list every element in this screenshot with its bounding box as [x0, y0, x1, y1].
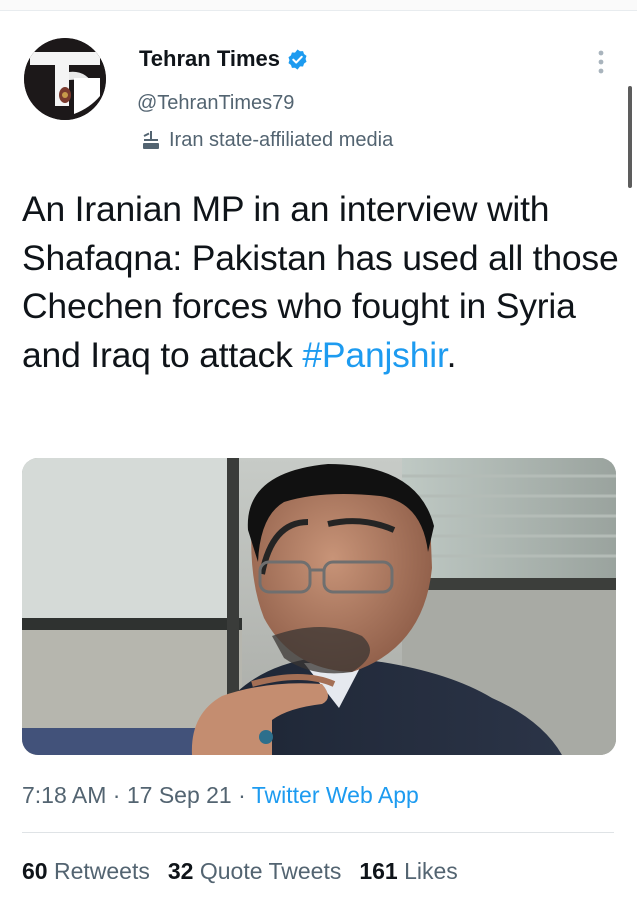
more-options-icon[interactable] [592, 48, 610, 76]
tweet-meta: 7:18 AM · 17 Sep 21 · Twitter Web App [22, 782, 419, 809]
tweet-photo[interactable] [22, 458, 616, 755]
tweet-stats: 60 Retweets 32 Quote Tweets 161 Likes [22, 858, 458, 885]
divider [22, 832, 614, 833]
tweet-trailing: . [446, 334, 457, 375]
state-media-icon [143, 131, 159, 149]
likes-stat[interactable]: 161 Likes [359, 858, 457, 884]
avatar[interactable] [24, 38, 106, 120]
tweet-source-link[interactable]: Twitter Web App [252, 782, 419, 808]
likes-label: Likes [404, 858, 458, 884]
retweets-count: 60 [22, 858, 48, 884]
likes-count: 161 [359, 858, 398, 884]
quote-tweets-count: 32 [167, 858, 194, 884]
quote-tweets-label: Quote Tweets [199, 858, 342, 884]
tweet-date[interactable]: 17 Sep 21 [127, 782, 232, 808]
top-edge [0, 0, 637, 11]
meta-separator: · [231, 782, 252, 808]
tweet-text: An Iranian MP in an interview with Shafa… [22, 185, 622, 379]
man-portrait-image [22, 458, 616, 755]
account-name-row: Tehran Times [139, 46, 309, 72]
account-name[interactable]: Tehran Times [139, 46, 280, 72]
meta-separator: · [106, 782, 127, 808]
account-handle[interactable]: @TehranTimes79 [137, 92, 294, 115]
tweet-time[interactable]: 7:18 AM [22, 782, 106, 808]
verified-badge-icon [288, 48, 307, 70]
tehran-times-logo [24, 38, 106, 120]
state-media-text: Iran state-affiliated media [169, 128, 394, 151]
scrollbar[interactable] [628, 86, 632, 188]
hashtag-link[interactable]: #Panjshir [302, 335, 446, 375]
retweets-label: Retweets [53, 858, 150, 884]
retweets-stat[interactable]: 60 Retweets [22, 858, 150, 884]
state-media-label[interactable]: Iran state-affiliated media [139, 128, 393, 152]
quote-tweets-stat[interactable]: 32 Quote Tweets [168, 858, 341, 884]
